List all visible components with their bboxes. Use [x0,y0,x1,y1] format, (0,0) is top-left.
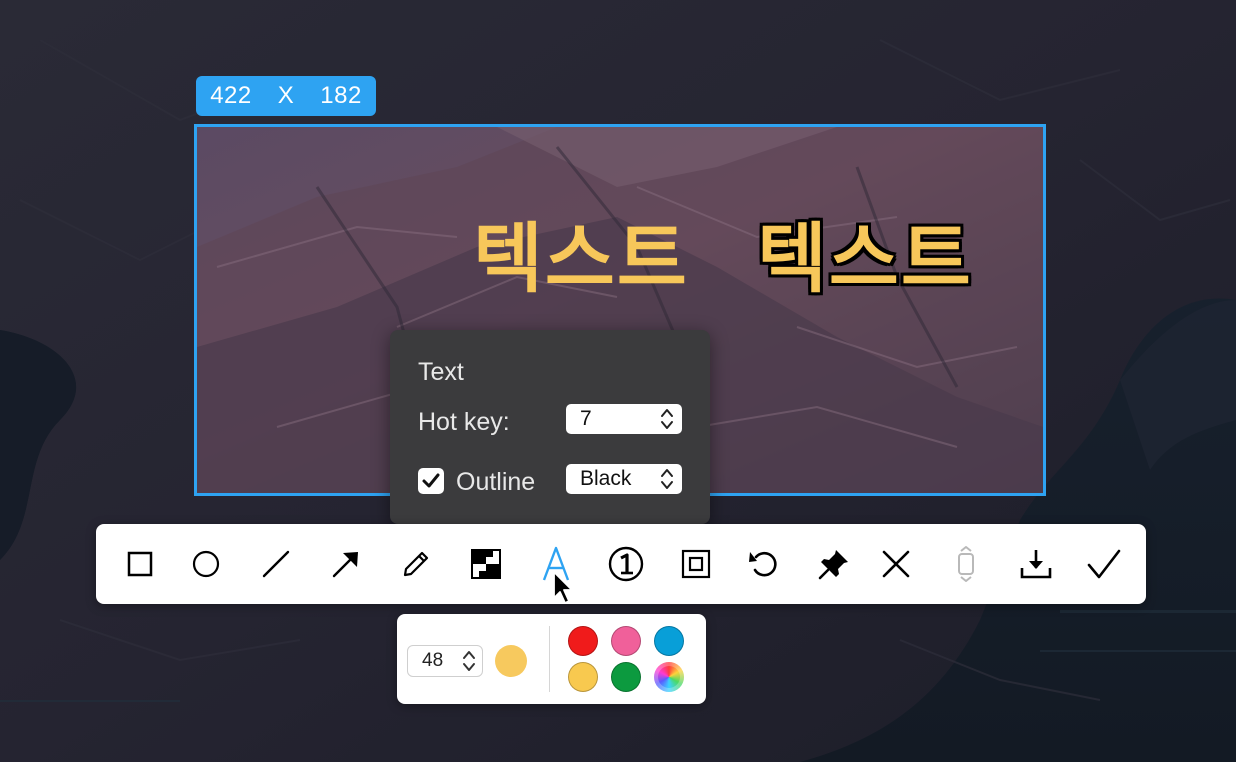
text-style-panel: 48 [397,614,706,704]
checkmark-icon [1087,549,1121,579]
line-icon [262,550,290,578]
close-icon [882,550,910,578]
selection-width: 422 [210,82,252,109]
outline-label: Outline [456,468,536,496]
mosaic-tool[interactable] [464,542,508,586]
up-down-icon[interactable] [462,649,476,673]
pin-button[interactable] [812,542,856,586]
up-down-icon [661,469,673,489]
font-size-value: 48 [422,650,444,671]
cancel-button[interactable] [874,542,918,586]
selection-height: 182 [320,82,362,109]
size-separator: X [277,82,295,109]
placed-text-plain[interactable]: 텍스트 [473,197,689,307]
color-swatch-green[interactable] [611,662,641,692]
panel-divider [549,626,550,692]
crop-tool[interactable] [674,542,718,586]
pin-icon [818,550,848,580]
current-color-indicator [495,645,527,677]
circled-one-icon [608,546,644,582]
mouse-cursor-icon [553,571,573,604]
selection-size-badge: 422 X 182 [196,76,376,116]
undo-button[interactable] [742,542,786,586]
outline-checkbox[interactable] [418,468,444,494]
font-size-stepper[interactable]: 48 [407,645,483,677]
circle-icon [192,550,220,578]
arrow-tool[interactable] [324,542,368,586]
scroll-capture-button[interactable] [944,542,988,586]
square-icon [127,551,153,577]
outline-color-value: Black [580,467,632,490]
hotkey-value: 7 [580,407,592,430]
placed-text-outlined[interactable]: 텍스트 [757,197,973,307]
annotation-toolbar [96,524,1146,604]
hotkey-label: Hot key: [418,408,510,436]
undo-icon [749,551,777,577]
color-swatch-custom-spectrum[interactable] [654,662,684,692]
hotkey-stepper[interactable]: 7 [566,404,682,434]
ellipse-tool[interactable] [184,542,228,586]
outline-color-select[interactable]: Black [566,464,682,494]
color-swatch-red[interactable] [568,626,598,656]
confirm-button[interactable] [1082,542,1126,586]
up-down-icon[interactable] [660,407,674,431]
popover-title: Text [418,358,464,386]
arrow-icon [332,552,358,578]
download-icon [1020,550,1052,579]
save-button[interactable] [1014,542,1058,586]
rectangle-tool[interactable] [118,542,162,586]
color-swatch-yellow[interactable] [568,662,598,692]
line-tool[interactable] [254,542,298,586]
crop-frame-icon [681,549,711,579]
text-settings-popover: Text Hot key: 7 Outline Black [390,330,710,524]
scroll-capture-icon [958,546,974,582]
color-swatch-blue[interactable] [654,626,684,656]
color-swatch-pink[interactable] [611,626,641,656]
pencil-icon [403,551,429,577]
number-tool[interactable] [604,542,648,586]
mosaic-icon [471,549,501,579]
pencil-tool[interactable] [394,542,438,586]
checkmark-icon [422,473,440,488]
